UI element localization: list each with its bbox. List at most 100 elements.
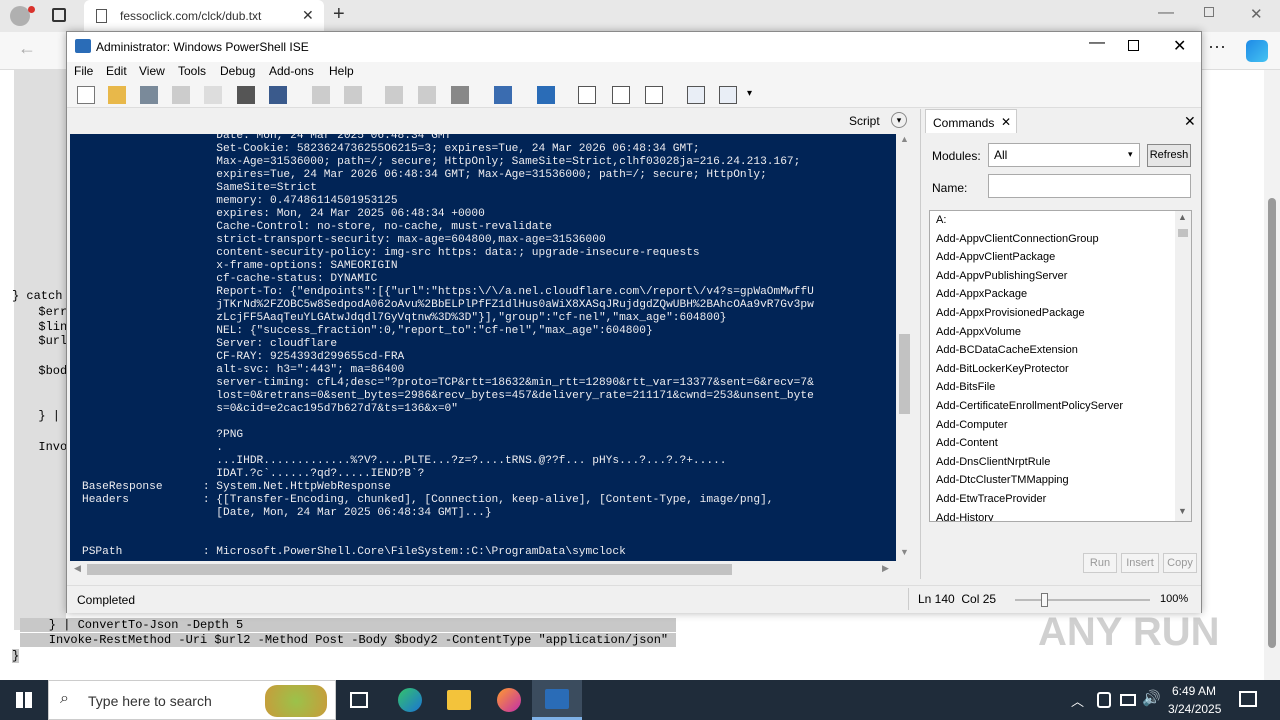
command-list-item[interactable]: Add-AppvClientPackage — [936, 251, 1055, 263]
command-list-item[interactable]: Add-History — [936, 512, 993, 521]
scroll-right-icon[interactable]: ▶ — [882, 563, 889, 574]
hscroll-thumb[interactable] — [87, 564, 732, 575]
commands-tab[interactable]: Commands ✕ — [925, 109, 1017, 133]
console-horizontal-scrollbar[interactable]: ◀ ▶ — [70, 561, 896, 578]
menu-edit[interactable]: Edit — [106, 64, 127, 78]
more-menu-icon[interactable]: ⋯ — [1208, 37, 1226, 58]
refresh-button[interactable]: Refresh — [1147, 144, 1191, 167]
command-list-item[interactable]: Add-BitsFile — [936, 381, 995, 393]
run-script-icon[interactable] — [385, 86, 403, 104]
menu-tools[interactable]: Tools — [178, 64, 206, 78]
paste-icon[interactable] — [237, 86, 255, 104]
close-tab-icon[interactable]: ✕ — [302, 7, 314, 24]
minimize-icon[interactable]: — — [1158, 4, 1174, 22]
chevron-down-icon[interactable]: ▾ — [891, 112, 907, 128]
command-list-scrollbar[interactable]: ▲ ▼ — [1175, 211, 1191, 521]
windows-start-icon[interactable] — [16, 692, 32, 708]
menu-add-ons[interactable]: Add-ons — [269, 64, 314, 78]
command-list-item[interactable]: Add-AppxVolume — [936, 326, 1021, 338]
close-pane-icon[interactable]: ✕ — [1184, 113, 1196, 130]
command-list-item[interactable]: Add-BCDataCacheExtension — [936, 344, 1078, 356]
command-list-item[interactable]: Add-AppxPackage — [936, 288, 1027, 300]
firefox-icon[interactable] — [497, 688, 521, 712]
browser-tab[interactable]: fessoclick.com/clck/dub.txt ✕ — [84, 0, 324, 32]
back-icon[interactable]: ← — [18, 38, 36, 59]
file-explorer-icon[interactable] — [447, 690, 471, 710]
run-selection-icon[interactable] — [418, 86, 436, 104]
new-tab-icon[interactable]: + — [333, 3, 345, 26]
clock-time[interactable]: 6:49 AM — [1172, 684, 1216, 698]
edge-icon[interactable] — [398, 688, 422, 712]
command-list-item[interactable]: A: — [936, 214, 946, 226]
command-list-item[interactable]: Add-DnsClientNrptRule — [936, 456, 1050, 468]
insert-button[interactable]: Insert — [1121, 553, 1159, 573]
start-powershell-icon[interactable] — [537, 86, 555, 104]
open-folder-icon[interactable] — [108, 86, 126, 104]
volume-icon[interactable]: 🔊 — [1142, 689, 1161, 707]
command-list-item[interactable]: Add-AppxProvisionedPackage — [936, 307, 1085, 319]
menu-debug[interactable]: Debug — [220, 64, 255, 78]
network-icon[interactable] — [1097, 692, 1111, 708]
notification-icon[interactable] — [1239, 691, 1257, 707]
show-command-addon-icon[interactable] — [719, 86, 737, 104]
command-list-item[interactable]: Add-CertificateEnrollmentPolicyServer — [936, 400, 1123, 412]
command-list-item[interactable]: Add-AppvPublishingServer — [936, 270, 1067, 282]
scroll-thumb[interactable] — [899, 334, 910, 414]
copy-icon[interactable] — [204, 86, 222, 104]
name-input[interactable] — [988, 174, 1191, 198]
taskbar-search-box[interactable]: ⌕ Type here to search — [48, 680, 336, 720]
clock-date[interactable]: 3/24/2025 — [1168, 702, 1221, 716]
show-script-pane-max-icon[interactable] — [645, 86, 663, 104]
close-icon[interactable]: ✕ — [1173, 36, 1186, 56]
undo-icon[interactable] — [312, 86, 330, 104]
cut-icon[interactable] — [172, 86, 190, 104]
command-list[interactable]: ▲ ▼ A: Add-AppvClientConnectionGroup Add-A… — [929, 210, 1192, 522]
run-button[interactable]: Run — [1083, 553, 1117, 573]
command-list-item[interactable]: Add-BitLockerKeyProtector — [936, 363, 1069, 375]
scroll-thumb[interactable] — [1178, 229, 1188, 237]
command-list-item[interactable]: Add-Content — [936, 437, 998, 449]
zoom-slider[interactable] — [1015, 593, 1150, 607]
scroll-left-icon[interactable]: ◀ — [74, 563, 81, 574]
redo-icon[interactable] — [344, 86, 362, 104]
show-command-window-icon[interactable] — [687, 86, 705, 104]
page-scrollbar[interactable] — [1264, 70, 1280, 680]
copilot-icon[interactable] — [1246, 40, 1268, 62]
clear-console-icon[interactable] — [269, 86, 287, 104]
command-list-item[interactable]: Add-AppvClientConnectionGroup — [936, 233, 1099, 245]
minimize-icon[interactable]: — — [1089, 34, 1105, 52]
scroll-down-icon[interactable]: ▼ — [1178, 506, 1187, 516]
menu-view[interactable]: View — [139, 64, 165, 78]
battery-icon[interactable] — [1120, 694, 1136, 706]
command-list-item[interactable]: Add-Computer — [936, 419, 1008, 431]
command-list-item[interactable]: Add-DtcClusterTMMapping — [936, 474, 1069, 486]
tab-actions-icon[interactable] — [52, 8, 66, 22]
menu-file[interactable]: File — [74, 64, 93, 78]
toolbar-overflow-icon[interactable]: ▾ — [747, 88, 752, 99]
powershell-ise-taskbar-button[interactable] — [532, 680, 582, 720]
restore-icon[interactable] — [1204, 7, 1214, 17]
scroll-up-icon[interactable]: ▲ — [900, 134, 909, 144]
modules-select[interactable]: All ▾ — [988, 143, 1140, 167]
console-pane[interactable]: Date: Mon, 24 Mar 2025 06:48:34 GMT Set-… — [70, 134, 896, 561]
console-vertical-scrollbar[interactable]: ▲ ▼ — [896, 134, 913, 561]
task-view-icon[interactable] — [350, 692, 368, 708]
zoom-slider-thumb[interactable] — [1041, 593, 1048, 607]
stop-icon[interactable] — [451, 86, 469, 104]
command-list-item[interactable]: Add-EtwTraceProvider — [936, 493, 1046, 505]
menu-help[interactable]: Help — [329, 64, 354, 78]
new-file-icon[interactable] — [77, 86, 95, 104]
page-scroll-thumb[interactable] — [1268, 198, 1276, 648]
save-icon[interactable] — [140, 86, 158, 104]
profile-icon[interactable] — [10, 6, 30, 26]
scroll-down-icon[interactable]: ▼ — [900, 547, 909, 557]
scroll-up-icon[interactable]: ▲ — [1178, 212, 1187, 222]
maximize-icon[interactable] — [1128, 40, 1139, 51]
close-icon[interactable]: ✕ — [1250, 5, 1263, 23]
copy-button[interactable]: Copy — [1163, 553, 1197, 573]
show-script-pane-right-icon[interactable] — [612, 86, 630, 104]
close-tab-icon[interactable]: ✕ — [1001, 115, 1011, 129]
remote-powershell-icon[interactable] — [494, 86, 512, 104]
script-label[interactable]: Script — [849, 114, 880, 128]
chevron-up-icon[interactable]: ︿ — [1071, 691, 1084, 710]
